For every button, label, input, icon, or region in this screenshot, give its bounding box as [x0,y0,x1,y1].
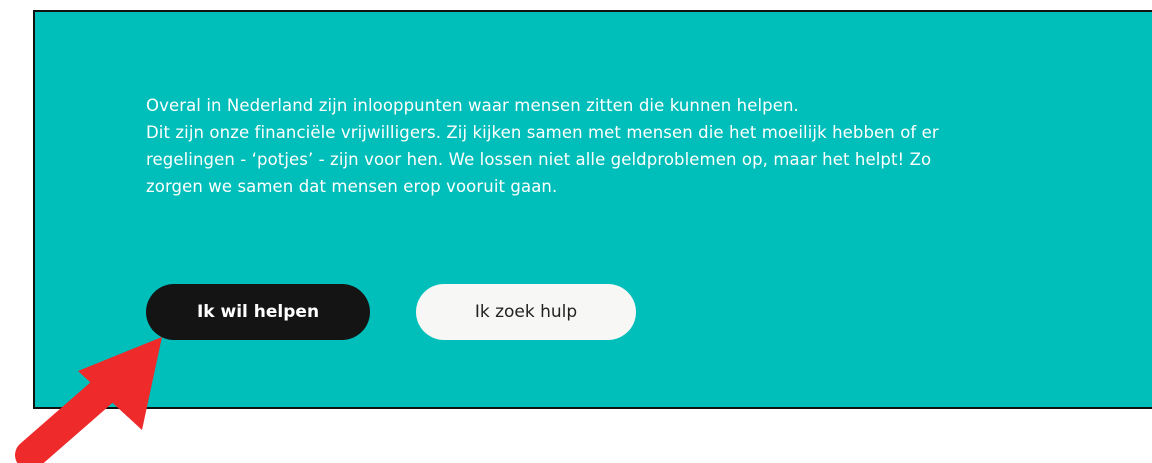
intro-text: Overal in Nederland zijn inlooppunten wa… [146,92,1146,200]
intro-line-1: Overal in Nederland zijn inlooppunten wa… [146,96,799,115]
help-button[interactable]: Ik wil helpen [146,284,370,340]
intro-line-2: Dit zijn onze financiële vrijwilligers. … [146,123,939,142]
intro-line-4: zorgen we samen dat mensen erop vooruit … [146,177,558,196]
info-panel: Overal in Nederland zijn inlooppunten wa… [33,10,1152,409]
seek-help-button[interactable]: Ik zoek hulp [416,284,636,340]
intro-line-3: regelingen - ‘potjes’ - zijn voor hen. W… [146,150,932,169]
